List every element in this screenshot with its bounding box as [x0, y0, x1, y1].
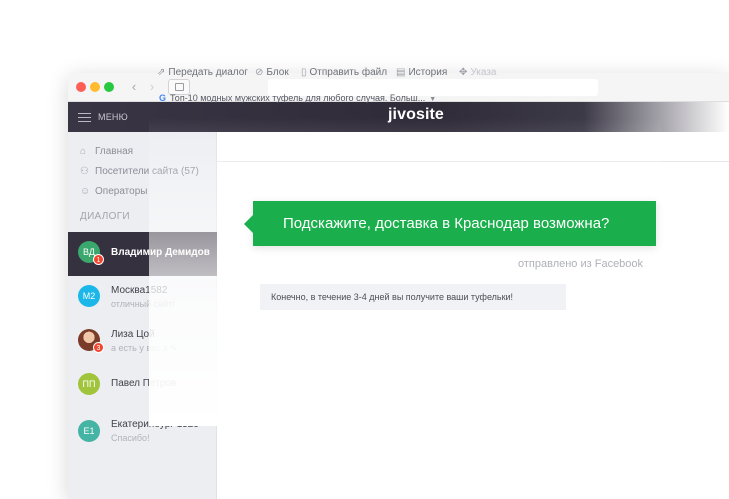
toolbar-label: История — [408, 67, 448, 78]
block-icon: ⊘ — [255, 67, 264, 78]
pointer-button[interactable]: ✥ Указа — [459, 67, 496, 78]
forward-arrow-icon[interactable]: › — [144, 79, 160, 95]
sidebar-item-home[interactable]: ⌂ Главная — [80, 146, 133, 157]
message-source-label: отправлено из Facebook — [518, 258, 644, 270]
sidebar-item-label: Операторы — [95, 186, 148, 197]
operator-message-bubble: Конечно, в течение 3-4 дней вы получите … — [260, 284, 566, 310]
avatar: М2 — [78, 285, 100, 307]
toolbar-divider — [217, 161, 729, 162]
chat-preview: отличный сайт! — [111, 299, 175, 309]
chat-item-active[interactable]: ВД 1 Владимир Демидов — [68, 232, 217, 276]
maximize-window-button[interactable] — [104, 82, 114, 92]
pointer-icon: ✥ — [459, 67, 468, 78]
file-icon: ▯ — [301, 67, 307, 78]
toolbar-label: Отправить файл — [309, 67, 388, 78]
close-window-button[interactable] — [76, 82, 86, 92]
app-logo: jivosite — [388, 106, 444, 123]
chat-name: Владимир Демидов — [111, 247, 210, 258]
home-icon: ⌂ — [80, 146, 87, 157]
send-file-button[interactable]: ▯ Отправить файл — [301, 67, 387, 78]
chat-item[interactable]: М2 Москва1582 отличный сайт! — [68, 276, 217, 320]
minimize-window-button[interactable] — [90, 82, 100, 92]
ad-source-line[interactable]: G Топ-10 модных мужских туфель для любого… — [159, 93, 436, 103]
user-icon: ☺ — [80, 186, 91, 197]
sidebar-item-visitors[interactable]: ⚇ Посетители сайта (57) — [80, 166, 199, 177]
avatar: Е1 — [78, 420, 100, 442]
chat-preview: Спасибо! — [111, 433, 150, 443]
unread-badge: 3 — [93, 342, 104, 353]
sidebar-item-label: Главная — [95, 146, 134, 157]
toolbar-label: Передать диалог — [168, 67, 248, 78]
sidebar-item-label: Посетители сайта (57) — [95, 166, 199, 177]
chat-name: Москва1582 — [111, 285, 168, 296]
visitor-message-bubble: Подскажите, доставка в Краснодар возможн… — [244, 201, 656, 246]
toolbar-label: Указа — [470, 67, 497, 78]
pencil-icon: ✎ — [169, 343, 178, 353]
forward-icon: ⇗ — [157, 67, 166, 78]
avatar: ПП — [78, 373, 100, 395]
back-arrow-icon[interactable]: ‹ — [126, 79, 142, 95]
unread-badge: 1 — [93, 254, 104, 265]
sidebar-item-operators[interactable]: ☺ Операторы — [80, 186, 147, 197]
chat-preview-text: а есть у вас з — [111, 343, 168, 353]
transfer-dialog-button[interactable]: ⇗ Передать диалог — [157, 67, 248, 78]
users-icon: ⚇ — [80, 166, 89, 177]
dialogs-section-label: ДИАЛОГИ — [80, 211, 130, 222]
chat-item[interactable]: Е1 Екатеринбург 1529 Спасибо! — [68, 408, 217, 452]
menu-label[interactable]: МЕНЮ — [98, 112, 128, 122]
dropdown-caret-icon[interactable]: ▼ — [429, 96, 436, 103]
chat-preview: а есть у вас з ✎ — [111, 343, 177, 354]
history-icon: ▤ — [396, 67, 406, 78]
google-icon: G — [159, 93, 167, 103]
sidebar: ⌂ Главная ⚇ Посетители сайта (57) ☺ Операто… — [68, 132, 217, 499]
chat-name: Лиза Цой — [111, 329, 155, 340]
chat-item[interactable]: 3 Лиза Цой а есть у вас з ✎ — [68, 320, 217, 364]
hamburger-menu-icon[interactable] — [78, 113, 91, 122]
history-button[interactable]: ▤ История — [396, 67, 447, 78]
block-button[interactable]: ⊘ Блок — [255, 67, 289, 78]
chat-item[interactable]: ПП Павел Петров — [68, 364, 217, 408]
toolbar-label: Блок — [266, 67, 289, 78]
ad-text: Топ-10 модных мужских туфель для любого … — [170, 93, 426, 103]
app-header: МЕНЮ jivosite — [68, 102, 729, 132]
chat-name: Павел Петров — [111, 378, 177, 389]
chat-name: Екатеринбург 1529 — [111, 419, 199, 430]
